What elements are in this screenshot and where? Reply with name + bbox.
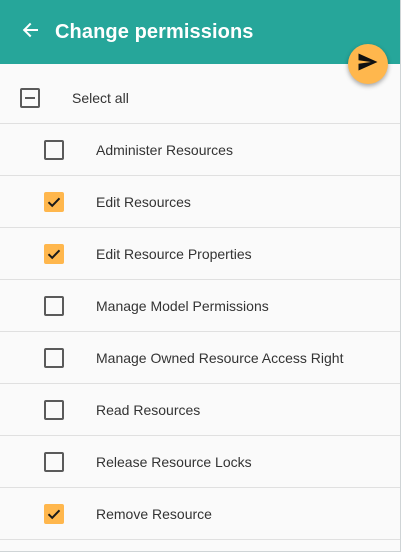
page-title: Change permissions bbox=[55, 20, 254, 43]
permission-row[interactable]: Edit Resources bbox=[0, 176, 400, 228]
permissions-list: Select all Administer Resources Edit Reso… bbox=[0, 72, 400, 540]
arrow-left-icon bbox=[21, 21, 39, 44]
send-icon bbox=[357, 52, 379, 77]
permission-row[interactable]: Manage Model Permissions bbox=[0, 280, 400, 332]
permission-row[interactable]: Remove Resource bbox=[0, 488, 400, 540]
select-all-row[interactable]: Select all bbox=[0, 72, 400, 124]
permission-checkbox[interactable] bbox=[44, 348, 64, 368]
select-all-label: Select all bbox=[72, 90, 129, 106]
permission-label: Edit Resource Properties bbox=[96, 246, 252, 262]
permission-label: Read Resources bbox=[96, 402, 201, 418]
send-button[interactable] bbox=[348, 44, 388, 84]
permission-row[interactable]: Manage Owned Resource Access Right bbox=[0, 332, 400, 384]
permission-label: Manage Model Permissions bbox=[96, 298, 269, 314]
checkmark-icon bbox=[47, 249, 61, 260]
permission-label: Release Resource Locks bbox=[96, 454, 252, 470]
permission-row[interactable]: Release Resource Locks bbox=[0, 436, 400, 488]
change-permissions-dialog: Change permissions Select all Administer… bbox=[0, 0, 401, 552]
permission-label: Remove Resource bbox=[96, 506, 212, 522]
permission-checkbox[interactable] bbox=[44, 400, 64, 420]
back-button[interactable] bbox=[19, 21, 41, 43]
checkmark-icon bbox=[47, 509, 61, 520]
permission-label: Administer Resources bbox=[96, 142, 233, 158]
permission-row[interactable]: Administer Resources bbox=[0, 124, 400, 176]
permission-checkbox[interactable] bbox=[44, 296, 64, 316]
permission-label: Manage Owned Resource Access Right bbox=[96, 350, 344, 366]
permission-checkbox[interactable] bbox=[44, 192, 64, 212]
permission-row[interactable]: Edit Resource Properties bbox=[0, 228, 400, 280]
permission-label: Edit Resources bbox=[96, 194, 191, 210]
permission-checkbox[interactable] bbox=[44, 452, 64, 472]
permission-checkbox[interactable] bbox=[44, 504, 64, 524]
permission-row[interactable]: Read Resources bbox=[0, 384, 400, 436]
dialog-header: Change permissions bbox=[0, 0, 400, 64]
permission-checkbox[interactable] bbox=[44, 244, 64, 264]
permission-checkbox[interactable] bbox=[44, 140, 64, 160]
select-all-checkbox[interactable] bbox=[20, 88, 40, 108]
checkmark-icon bbox=[47, 197, 61, 208]
